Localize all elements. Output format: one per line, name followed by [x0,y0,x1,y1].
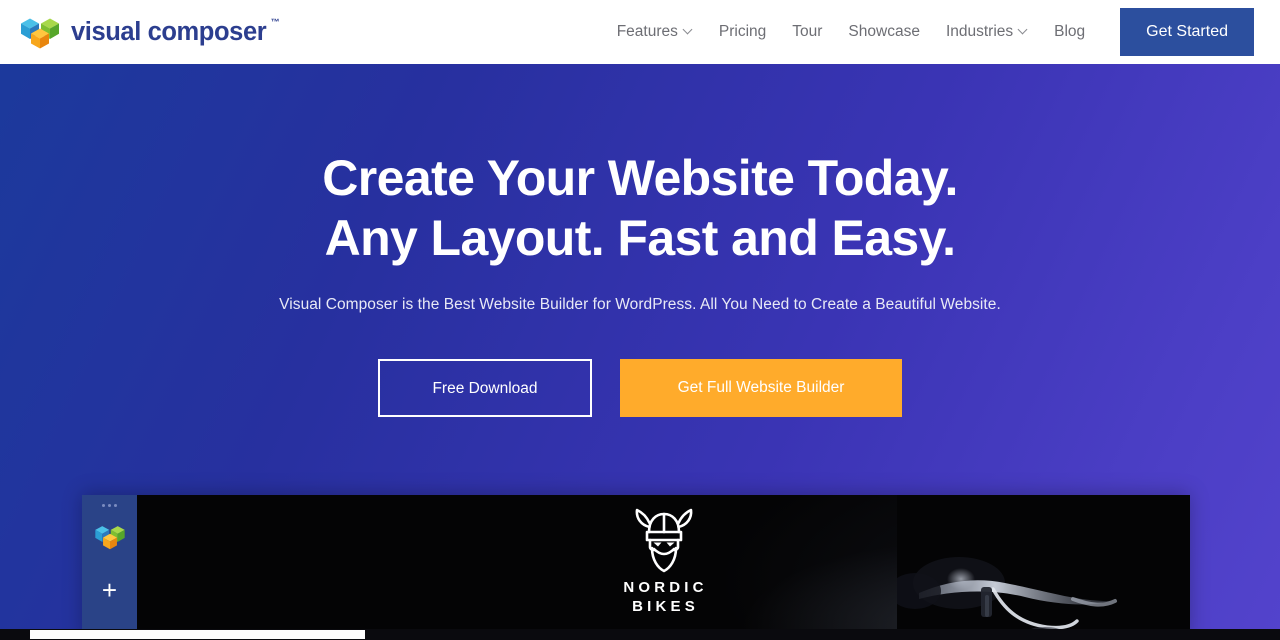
chevron-down-icon [684,26,693,35]
nav-item-label: Tour [792,23,823,40]
get-started-button[interactable]: Get Started [1120,8,1254,56]
editor-sidebar: + [82,495,137,640]
page-title: Create Your Website Today. Any Layout. F… [0,148,1280,268]
nav-item-label: Pricing [718,23,767,40]
nav-item-label: Industries [945,23,1014,40]
visual-composer-cubes-logo-icon [95,526,125,550]
horizontal-scrollbar[interactable] [0,629,1280,640]
window-dot [114,504,117,507]
nordic-bikes-brand-lockup: NORDIC BIKES [137,503,1190,616]
site-logo[interactable]: visual composer ™ [18,15,280,49]
nav-item-tour[interactable]: Tour [779,0,835,64]
editor-canvas: NORDIC BIKES [137,495,1190,640]
scrollbar-thumb[interactable] [30,630,365,639]
headline-line-2: Any Layout. Fast and Easy. [324,210,956,266]
add-element-button[interactable]: + [82,577,137,603]
get-full-website-builder-button[interactable]: Get Full Website Builder [620,359,902,417]
hero-cta-row: Free Download Get Full Website Builder [0,359,1280,417]
visual-composer-cubes-logo-icon [21,18,59,49]
logo-wordmark-text: visual composer [71,17,267,46]
logo-wordmark: visual composer ™ [71,17,280,47]
nav-item-label: Blog [1054,23,1086,40]
nav-item-label: Showcase [848,23,920,40]
headline-line-1: Create Your Website Today. [322,150,958,206]
window-dot [102,504,105,507]
page-root: visual composer ™ Features Pricing Tour … [0,0,1280,640]
nav-item-pricing[interactable]: Pricing [706,0,779,64]
site-header: visual composer ™ Features Pricing Tour … [0,0,1280,64]
viking-head-icon [635,508,692,573]
free-download-button[interactable]: Free Download [378,359,592,417]
hero-subtitle: Visual Composer is the Best Website Buil… [279,296,1001,313]
nav-item-industries[interactable]: Industries [933,0,1041,64]
logo-trademark: ™ [270,16,280,27]
hero-section: Create Your Website Today. Any Layout. F… [0,64,1280,417]
nav-item-features[interactable]: Features [604,0,706,64]
brand-name-line-1: NORDIC [623,579,708,596]
nav-item-blog[interactable]: Blog [1041,0,1098,64]
window-dot [108,504,111,507]
nav-item-label: Features [616,23,678,40]
brand-name-line-2: BIKES [632,598,699,615]
nav-item-showcase[interactable]: Showcase [835,0,933,64]
editor-preview-panel: + NORDIC BIKES [82,495,1190,640]
chevron-down-icon [1019,26,1028,35]
main-navigation: Features Pricing Tour Showcase Industrie… [604,0,1280,64]
window-dots-icon [82,504,137,507]
